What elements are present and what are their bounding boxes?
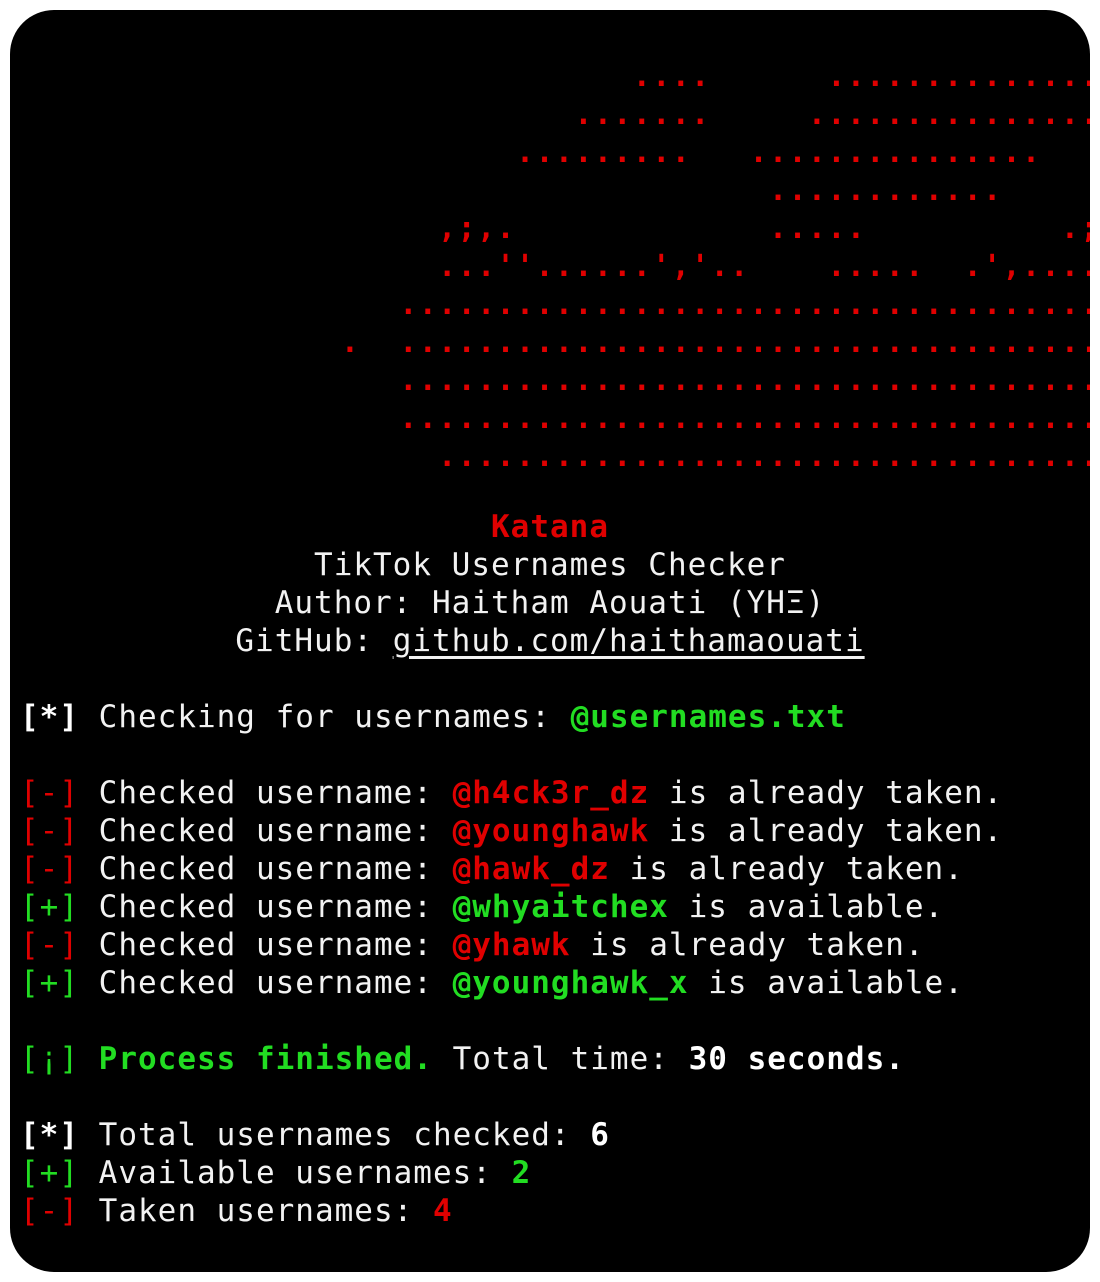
ascii-art-line: ...................................... (10, 401, 1090, 436)
total-time-value: 30 seconds. (688, 1041, 905, 1077)
result-text: Checked username: (79, 775, 453, 811)
result-status: is already taken. (609, 851, 964, 887)
app-subtitle: TikTok Usernames Checker (314, 547, 786, 583)
usernames-file: @usernames.txt (570, 699, 846, 735)
checking-line: [*] Checking for usernames: @usernames.t… (20, 698, 846, 736)
summary-taken-label: Taken usernames: (79, 1193, 433, 1229)
result-status: is available. (688, 965, 964, 1001)
result-text: Checked username: (79, 851, 453, 887)
finished-message: Process finished. (79, 1041, 433, 1077)
ascii-art-line: ,;,. ..... .;;; . (10, 211, 1090, 246)
summary-available-label: Available usernames: (79, 1155, 512, 1191)
summary-total-label: Total usernames checked: (79, 1117, 591, 1153)
github-label: GitHub: (235, 623, 393, 659)
ascii-art-line: ....... ................ (10, 97, 1090, 132)
summary-taken-value: 4 (432, 1193, 453, 1229)
terminal-window: .... ............... ....... ...........… (10, 10, 1090, 1272)
summary-taken-line: [-] Taken usernames: 4 (20, 1192, 453, 1230)
taken-prefix: [-] (20, 775, 79, 811)
result-status: is already taken. (649, 775, 1004, 811)
ascii-art-line: .... ............... (10, 59, 1090, 94)
result-line: [-] Checked username: @hawk_dz is alread… (20, 850, 964, 888)
ascii-art-line: ..................................... . (10, 287, 1090, 322)
result-username: @h4ck3r_dz (452, 775, 650, 811)
result-username: @younghawk (452, 813, 650, 849)
result-line: [+] Checked username: @younghawk_x is av… (20, 964, 964, 1002)
ascii-art-logo: .... ............... ....... ...........… (10, 10, 1090, 490)
result-text: Checked username: (79, 965, 453, 1001)
finished-line: [¡] Process finished. Total time: 30 sec… (20, 1040, 905, 1078)
summary-total-line: [*] Total usernames checked: 6 (20, 1116, 610, 1154)
author-line: Author: Haitham Aouati (YHΞ) (274, 585, 826, 621)
available-prefix: [+] (20, 1155, 79, 1191)
result-username: @whyaitchex (452, 889, 669, 925)
app-name: Katana (491, 509, 609, 545)
result-username: @younghawk_x (452, 965, 689, 1001)
result-status: is already taken. (649, 813, 1004, 849)
available-prefix: [+] (20, 889, 79, 925)
summary-total-value: 6 (590, 1117, 610, 1153)
result-status: is already taken. (570, 927, 925, 963)
ascii-art-line: ...................................... (10, 363, 1090, 398)
result-line: [-] Checked username: @yhawk is already … (20, 926, 925, 964)
available-prefix: [+] (20, 965, 79, 1001)
ascii-art-line: . ......................................… (10, 325, 1090, 360)
taken-prefix: [-] (20, 1193, 79, 1229)
github-line: GitHub: github.com/haithamaouati (10, 622, 1090, 660)
ascii-art-line: ...''......','.. ..... .',.....',,'. (438, 249, 1090, 284)
result-username: @yhawk (452, 927, 571, 963)
result-text: Checked username: (79, 813, 453, 849)
result-username: @hawk_dz (452, 851, 610, 887)
taken-prefix: [-] (20, 851, 79, 887)
result-line: [-] Checked username: @h4ck3r_dz is alre… (20, 774, 1003, 812)
taken-prefix: [-] (20, 813, 79, 849)
taken-prefix: [-] (20, 927, 79, 963)
ascii-art-line: ......... ............... (10, 135, 1042, 170)
finished-prefix: [¡] (20, 1041, 79, 1077)
summary-available-line: [+] Available usernames: 2 (20, 1154, 531, 1192)
result-text: Checked username: (79, 927, 453, 963)
total-time-label: Total time: (432, 1041, 689, 1077)
info-prefix: [*] (20, 1117, 79, 1153)
info-prefix: [*] (20, 699, 79, 735)
result-line: [+] Checked username: @whyaitchex is ava… (20, 888, 944, 926)
github-link[interactable]: github.com/haithamaouati (393, 623, 865, 659)
summary-available-value: 2 (511, 1155, 532, 1191)
result-status: is available. (668, 889, 945, 925)
ascii-art-line: ..................................... (10, 439, 1090, 474)
result-text: Checked username: (79, 889, 453, 925)
checking-text: Checking for usernames: (79, 699, 571, 735)
result-line: [-] Checked username: @younghawk is alre… (20, 812, 1003, 850)
ascii-art-line: ............ . (768, 173, 1003, 208)
